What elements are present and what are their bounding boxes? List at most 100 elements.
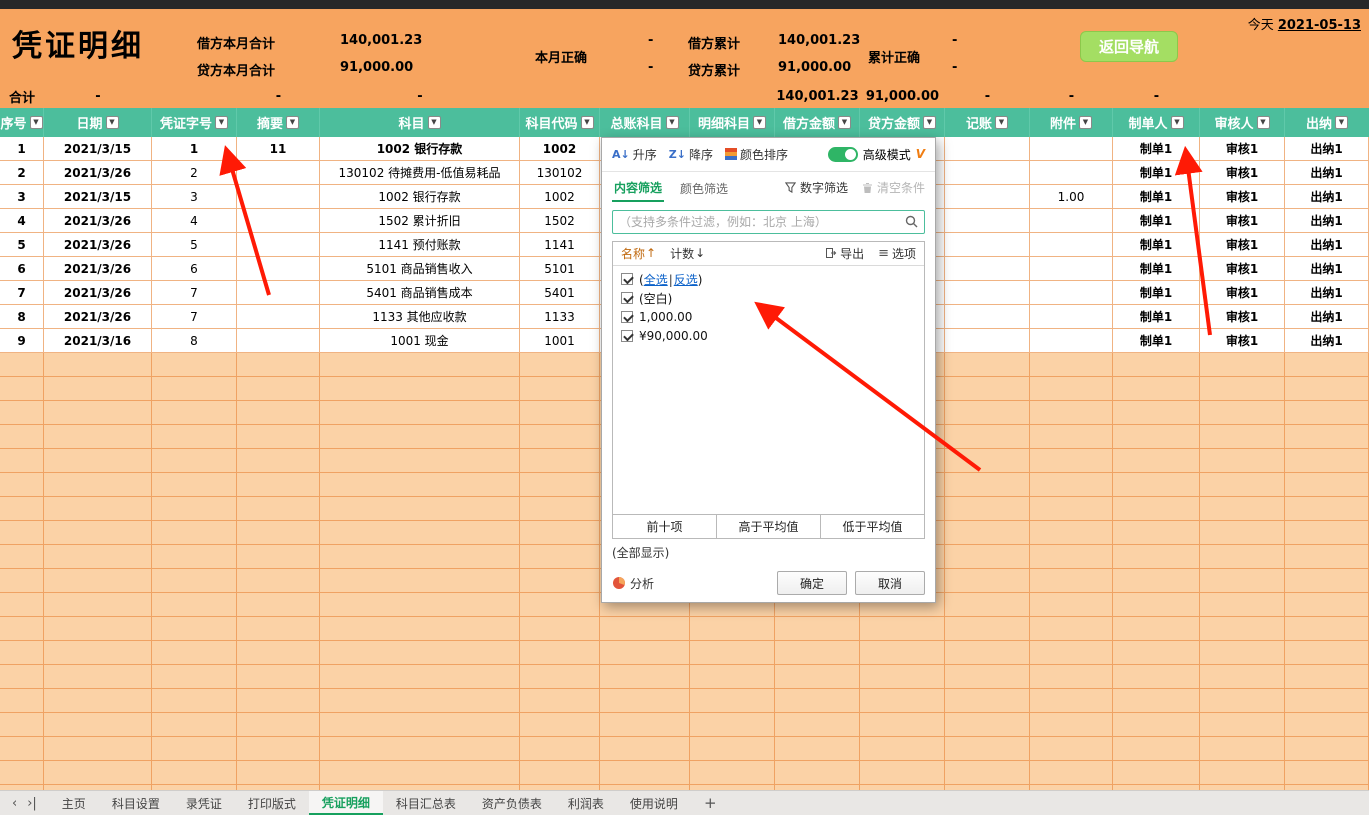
quick-filter-button-2[interactable]: 高于平均值 bbox=[717, 515, 821, 538]
table-cell[interactable]: 8 bbox=[152, 329, 237, 353]
empty-cell[interactable] bbox=[237, 761, 320, 785]
table-cell[interactable]: 6 bbox=[152, 257, 237, 281]
filter-dropdown-button[interactable]: ▼ bbox=[666, 116, 679, 129]
empty-cell[interactable] bbox=[237, 449, 320, 473]
table-cell[interactable]: 制单1 bbox=[1113, 329, 1200, 353]
table-cell[interactable]: 出纳1 bbox=[1285, 137, 1369, 161]
empty-cell[interactable] bbox=[1030, 353, 1113, 377]
empty-cell[interactable] bbox=[320, 665, 520, 689]
table-cell[interactable] bbox=[1030, 305, 1113, 329]
empty-cell[interactable] bbox=[0, 665, 44, 689]
empty-cell[interactable] bbox=[1200, 377, 1285, 401]
empty-cell[interactable] bbox=[237, 785, 320, 790]
empty-cell[interactable] bbox=[945, 545, 1030, 569]
advanced-mode-toggle[interactable] bbox=[828, 147, 858, 162]
table-cell[interactable] bbox=[237, 305, 320, 329]
sheet-tab[interactable]: 资产负债表 bbox=[469, 791, 555, 815]
empty-cell[interactable] bbox=[945, 665, 1030, 689]
empty-cell[interactable] bbox=[237, 545, 320, 569]
empty-cell[interactable] bbox=[945, 713, 1030, 737]
table-cell[interactable]: 出纳1 bbox=[1285, 305, 1369, 329]
table-cell[interactable]: 审核1 bbox=[1200, 185, 1285, 209]
empty-cell[interactable] bbox=[320, 521, 520, 545]
empty-cell[interactable] bbox=[1200, 713, 1285, 737]
table-cell[interactable]: 4 bbox=[152, 209, 237, 233]
totals-cell[interactable] bbox=[600, 85, 690, 108]
empty-cell[interactable] bbox=[690, 785, 775, 790]
table-cell[interactable] bbox=[237, 329, 320, 353]
empty-cell[interactable] bbox=[0, 473, 44, 497]
sheet-tab[interactable]: 主页 bbox=[49, 791, 99, 815]
table-cell[interactable]: 3 bbox=[0, 185, 44, 209]
table-cell[interactable]: 出纳1 bbox=[1285, 185, 1369, 209]
empty-cell[interactable] bbox=[520, 785, 600, 790]
table-cell[interactable]: 130102 待摊费用-低值易耗品 bbox=[320, 161, 520, 185]
empty-cell[interactable] bbox=[152, 593, 237, 617]
select-all-checkbox[interactable] bbox=[621, 273, 633, 285]
sort-by-count-button[interactable]: 计数↓ bbox=[670, 245, 705, 262]
table-cell[interactable]: 2021/3/15 bbox=[44, 185, 152, 209]
totals-cell[interactable] bbox=[1285, 85, 1369, 108]
empty-cell[interactable] bbox=[1200, 497, 1285, 521]
table-cell[interactable]: 5401 bbox=[520, 281, 600, 305]
empty-cell[interactable] bbox=[600, 689, 690, 713]
empty-cell[interactable] bbox=[520, 713, 600, 737]
table-cell[interactable]: 5401 商品销售成本 bbox=[320, 281, 520, 305]
number-filter-button[interactable]: 数字筛选 bbox=[785, 179, 848, 196]
empty-cell[interactable] bbox=[1113, 737, 1200, 761]
empty-cell[interactable] bbox=[1200, 737, 1285, 761]
empty-cell[interactable] bbox=[690, 665, 775, 689]
empty-cell[interactable] bbox=[237, 425, 320, 449]
table-cell[interactable]: 审核1 bbox=[1200, 257, 1285, 281]
empty-cell[interactable] bbox=[320, 353, 520, 377]
empty-cell[interactable] bbox=[44, 641, 152, 665]
table-cell[interactable]: 审核1 bbox=[1200, 329, 1285, 353]
empty-cell[interactable] bbox=[520, 497, 600, 521]
empty-cell[interactable] bbox=[1113, 545, 1200, 569]
table-cell[interactable]: 5101 bbox=[520, 257, 600, 281]
empty-cell[interactable] bbox=[945, 785, 1030, 790]
sheet-tab[interactable]: 凭证明细 bbox=[309, 791, 383, 815]
empty-cell[interactable] bbox=[1200, 617, 1285, 641]
table-cell[interactable] bbox=[1030, 257, 1113, 281]
table-cell[interactable]: 2021/3/15 bbox=[44, 137, 152, 161]
empty-cell[interactable] bbox=[1285, 473, 1369, 497]
empty-cell[interactable] bbox=[860, 785, 945, 790]
empty-cell[interactable] bbox=[0, 737, 44, 761]
empty-cell[interactable] bbox=[1200, 689, 1285, 713]
empty-cell[interactable] bbox=[1030, 401, 1113, 425]
empty-cell[interactable] bbox=[1285, 593, 1369, 617]
empty-cell[interactable] bbox=[152, 785, 237, 790]
empty-cell[interactable] bbox=[690, 761, 775, 785]
filter-item-checkbox[interactable] bbox=[621, 311, 633, 323]
table-cell[interactable] bbox=[237, 281, 320, 305]
table-cell[interactable]: 3 bbox=[152, 185, 237, 209]
empty-cell[interactable] bbox=[945, 761, 1030, 785]
empty-cell[interactable] bbox=[1285, 713, 1369, 737]
empty-cell[interactable] bbox=[1200, 401, 1285, 425]
empty-cell[interactable] bbox=[0, 569, 44, 593]
filter-dropdown-button[interactable]: ▼ bbox=[215, 116, 228, 129]
add-sheet-button[interactable]: + bbox=[691, 791, 730, 815]
sort-descending-button[interactable]: Z↓ 降序 bbox=[669, 146, 713, 163]
empty-cell[interactable] bbox=[152, 425, 237, 449]
empty-cell[interactable] bbox=[320, 617, 520, 641]
empty-cell[interactable] bbox=[152, 545, 237, 569]
empty-cell[interactable] bbox=[152, 761, 237, 785]
table-cell[interactable]: 出纳1 bbox=[1285, 281, 1369, 305]
empty-cell[interactable] bbox=[44, 689, 152, 713]
table-cell[interactable]: 2021/3/26 bbox=[44, 233, 152, 257]
empty-cell[interactable] bbox=[1030, 737, 1113, 761]
table-cell[interactable]: 1002 bbox=[520, 185, 600, 209]
table-cell[interactable]: 制单1 bbox=[1113, 185, 1200, 209]
totals-cell[interactable]: - bbox=[1113, 85, 1200, 108]
table-cell[interactable]: 2021/3/16 bbox=[44, 329, 152, 353]
table-cell[interactable]: 1 bbox=[0, 137, 44, 161]
table-cell[interactable] bbox=[237, 161, 320, 185]
empty-cell[interactable] bbox=[152, 737, 237, 761]
empty-cell[interactable] bbox=[1113, 641, 1200, 665]
filter-item-checkbox[interactable] bbox=[621, 330, 633, 342]
empty-cell[interactable] bbox=[152, 401, 237, 425]
empty-cell[interactable] bbox=[860, 665, 945, 689]
empty-cell[interactable] bbox=[237, 377, 320, 401]
